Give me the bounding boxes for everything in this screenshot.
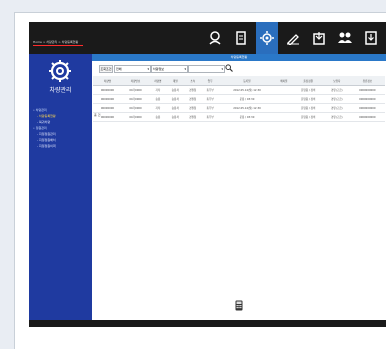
group-icon[interactable] (334, 22, 356, 54)
column-header[interactable]: 배치일 (275, 76, 293, 86)
table-cell: 승용차 (166, 94, 184, 104)
table-cell: 총무부 (201, 103, 219, 113)
table-cell: 0000000000 (349, 112, 385, 122)
breadcrumb: Home > 차량관리 > 차량등록현황 (33, 40, 79, 44)
table-row[interactable]: 00000000 00가0000 승용 승용차 경찰청 총무부 운용 / 03:… (93, 94, 385, 104)
filter-select-1-value: 전체 (116, 67, 122, 71)
column-header[interactable]: 보유자 (323, 76, 350, 86)
search-icon[interactable] (225, 64, 233, 73)
export-icon[interactable] (308, 22, 330, 54)
filter-select-3[interactable]: ▾ (188, 65, 225, 73)
report-icon[interactable] (360, 22, 382, 54)
filter-select-1[interactable]: 전체 ▾ (114, 65, 151, 73)
table-cell (275, 85, 293, 95)
table-cell: 0000000000 (349, 94, 385, 104)
top-icons (204, 22, 386, 54)
table-row[interactable]: 00000000 00가0000 기타 승용차 경찰청 총무부 2012.05.… (93, 103, 385, 113)
column-header[interactable]: 차량명 (149, 76, 167, 86)
sidebar-menu: • 차량관리 - 차량등록현황 - 복귀차량 • 정원관리 - 지정정원관리 -… (33, 107, 56, 149)
bottom-bar (29, 320, 386, 327)
table-cell: 경찰청 (183, 112, 202, 122)
chevron-down-icon: ▾ (147, 67, 149, 71)
table-cell: 00000000 (93, 85, 122, 95)
column-header[interactable]: 출장정원 (292, 76, 324, 86)
total-count: 총 건 (94, 113, 101, 117)
column-header[interactable]: 등록일 (218, 76, 276, 86)
top-bar: Home > 차량관리 > 차량등록현황 (29, 22, 386, 54)
pen-icon[interactable] (282, 22, 304, 54)
document-icon[interactable] (230, 22, 252, 54)
filter-select-2[interactable]: 차량정보 ▾ (151, 65, 188, 73)
table-cell: 00가0000 (121, 103, 150, 113)
column-header[interactable]: 차량명 (93, 76, 122, 86)
table-cell: 운영중 / 정비 (292, 94, 324, 104)
table-cell: 경찰청 (183, 94, 202, 104)
table-cell: 경찰청 (183, 103, 202, 113)
table-cell: 운영중 / 정비 (292, 103, 324, 113)
vehicle-management-icon (48, 59, 72, 87)
chevron-down-icon: ▾ (221, 67, 223, 71)
table-cell: 승용차 (166, 112, 184, 122)
table-row[interactable]: 00000000 00가0000 승용 승용차 경찰청 총무부 운용 / 03:… (93, 112, 385, 122)
table-cell: 경유(고급) (323, 94, 350, 104)
table-cell: 승용차 (166, 103, 184, 113)
table-cell: 경유(고급) (323, 85, 350, 95)
table-cell: 0000000000 (349, 103, 385, 113)
table-cell: 운용 / 03:30 (218, 112, 276, 122)
table-cell: 2012.05.14(월) 12:30 (218, 85, 276, 95)
table-cell: 운용 / 03:30 (218, 94, 276, 104)
column-header[interactable]: 유류정보 (349, 76, 385, 86)
sidebar: 차량관리 • 차량관리 - 차량등록현황 - 복귀차량 • 정원관리 - 지정정… (29, 54, 92, 320)
main-content: 차량등록현황 조회조건 전체 ▾ 차량정보 ▾ ▾ 차량명 차량번호 차량명 계… (92, 54, 386, 320)
table-cell: 승용 (149, 94, 167, 104)
sidebar-title: 차량관리 (49, 87, 72, 94)
settings-icon[interactable] (256, 22, 278, 54)
column-header[interactable]: 소속 (183, 76, 202, 86)
table-cell: 00000000 (93, 94, 122, 104)
chevron-down-icon: ▾ (184, 67, 186, 71)
table-cell: 총무부 (201, 94, 219, 104)
app-window: Home > 차량관리 > 차량등록현황 차량관리 • 차량관리 - 차량등록현… (29, 22, 386, 327)
table-cell: 00000000 (93, 103, 122, 113)
table-cell: 00가0000 (121, 94, 150, 104)
table-cell: 기타 (149, 103, 167, 113)
table-cell: 0000000000 (349, 85, 385, 95)
table-cell: 총무부 (201, 112, 219, 122)
user-icon[interactable] (204, 22, 226, 54)
table-cell: 2012.05.14(월) 12:30 (218, 103, 276, 113)
table-cell: 00가0000 (121, 112, 150, 122)
table-cell: 승용 (149, 112, 167, 122)
calculator-icon[interactable] (235, 296, 243, 315)
table-cell: 운영중 / 정비 (292, 85, 324, 95)
table-cell: 00가0000 (121, 85, 150, 95)
table-cell: 운영중 / 정비 (292, 112, 324, 122)
filter-button[interactable]: 조회조건 (99, 65, 113, 73)
sidebar-item-quota-history[interactable]: - 지정정원이력 (33, 143, 56, 149)
table-header-row: 차량명 차량번호 차량명 계열 소속 업무 등록일 배치일 출장정원 보유자 유… (93, 76, 385, 86)
table-cell: 승용차 (166, 85, 184, 95)
table-cell: 경유(고급) (323, 112, 350, 122)
table-cell: 총무부 (201, 85, 219, 95)
page-title: 차량등록현황 (92, 54, 386, 61)
column-header[interactable]: 계열 (166, 76, 184, 86)
column-header[interactable]: 차량번호 (121, 76, 150, 86)
table-cell: 경찰청 (183, 85, 202, 95)
table-cell (275, 112, 293, 122)
table-row[interactable]: 00000000 00가0000 기타 승용차 경찰청 총무부 2012.05.… (93, 85, 385, 95)
column-header[interactable]: 업무 (201, 76, 219, 86)
breadcrumb-underline (33, 45, 83, 46)
filter-select-2-value: 차량정보 (153, 67, 165, 71)
table-cell (275, 94, 293, 104)
table-cell: 경유(고급) (323, 103, 350, 113)
vehicle-table: 차량명 차량번호 차량명 계열 소속 업무 등록일 배치일 출장정원 보유자 유… (93, 76, 385, 122)
table-cell (275, 103, 293, 113)
table-cell: 기타 (149, 85, 167, 95)
